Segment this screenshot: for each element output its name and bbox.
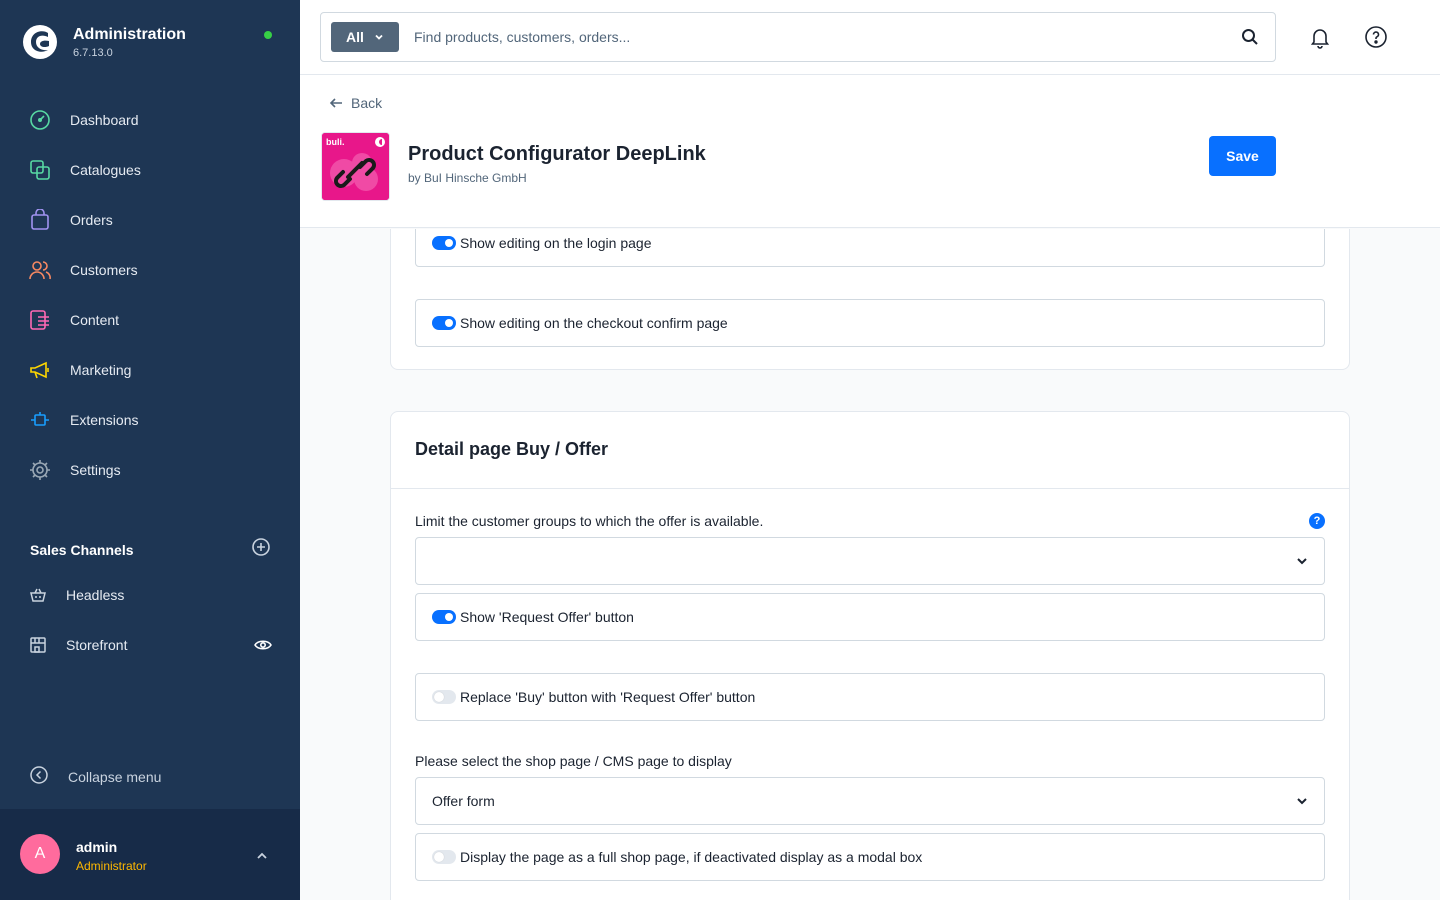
user-role: Administrator	[76, 859, 147, 873]
sales-channel-item-headless[interactable]: Headless	[0, 570, 300, 620]
login-page-editing-field: Show editing on the login page	[415, 229, 1325, 267]
plugin-vendor: by BuI Hinsche GmbH	[408, 171, 527, 185]
smart-bar: Back buli. Product Configurator DeepLink…	[300, 75, 1440, 228]
request-offer-field: Show 'Request Offer' button	[415, 593, 1325, 641]
app-version: 6.7.13.0	[73, 47, 113, 59]
nav-item-marketing[interactable]: Marketing	[0, 345, 300, 395]
basket-icon	[29, 586, 47, 604]
nav-item-customers[interactable]: Customers	[0, 245, 300, 295]
app-title: Administration	[73, 26, 186, 43]
detail-page-offer-card: Detail page Buy / Offer Limit the custom…	[390, 411, 1350, 900]
arrow-left-icon	[329, 98, 342, 108]
sales-channel-label: Headless	[66, 587, 125, 603]
login-page-editing-toggle[interactable]	[432, 236, 456, 250]
card-divider	[391, 488, 1349, 489]
search-type-dropdown[interactable]: All	[331, 22, 399, 52]
customer-groups-select[interactable]	[415, 537, 1325, 585]
card-title: Detail page Buy / Offer	[415, 439, 609, 459]
nav-label: Customers	[70, 262, 138, 278]
collapse-menu-button[interactable]: Collapse menu	[30, 766, 161, 787]
sales-channel-label: Storefront	[66, 637, 128, 653]
help-icon[interactable]	[1364, 25, 1388, 54]
toggle-label: Show editing on the checkout confirm pag…	[460, 315, 728, 331]
marketing-icon	[29, 359, 51, 381]
sales-channels-list: Headless Storefront	[0, 570, 300, 670]
catalogue-icon	[29, 159, 51, 181]
nav-item-dashboard[interactable]: Dashboard	[0, 95, 300, 145]
online-status-indicator	[264, 31, 272, 39]
help-tooltip-icon[interactable]: ?	[1309, 513, 1325, 529]
toggle-label: Show editing on the login page	[460, 235, 652, 251]
cms-page-select[interactable]: Offer form	[415, 777, 1325, 825]
nav-item-extensions[interactable]: Extensions	[0, 395, 300, 445]
checkout-confirm-editing-field: Show editing on the checkout confirm pag…	[415, 299, 1325, 347]
toggle-label: Replace 'Buy' button with 'Request Offer…	[460, 689, 756, 705]
avatar: A	[20, 834, 60, 874]
search-icon[interactable]	[1241, 28, 1259, 51]
dashboard-icon	[29, 109, 51, 131]
plus-circle-icon	[252, 538, 270, 556]
cms-page-label: Please select the shop page / CMS page t…	[415, 753, 732, 769]
global-search: All	[320, 12, 1276, 62]
replace-buy-field: Replace 'Buy' button with 'Request Offer…	[415, 673, 1325, 721]
nav-label: Dashboard	[70, 112, 139, 128]
back-link[interactable]: Back	[329, 95, 382, 111]
sales-channels-title: Sales Channels	[30, 541, 134, 558]
chevron-down-icon	[375, 34, 383, 40]
collapse-menu-label: Collapse menu	[68, 768, 162, 785]
toggle-label: Show 'Request Offer' button	[460, 609, 634, 625]
nav-item-orders[interactable]: Orders	[0, 195, 300, 245]
nav-label: Settings	[70, 462, 121, 478]
shopware-logo-icon	[23, 25, 57, 59]
full-page-display-field: Display the page as a full shop page, if…	[415, 833, 1325, 881]
brand[interactable]: Administration 6.7.13.0	[22, 24, 186, 60]
chevron-down-icon	[1297, 558, 1307, 565]
checkout-confirm-editing-toggle[interactable]	[432, 316, 456, 330]
replace-buy-toggle[interactable]	[432, 690, 456, 704]
save-button[interactable]: Save	[1209, 136, 1276, 176]
top-bar: All	[300, 0, 1440, 75]
chevron-down-icon	[1297, 798, 1307, 805]
search-input[interactable]	[414, 29, 1194, 45]
chevron-up-icon[interactable]	[255, 849, 269, 868]
search-type-label: All	[346, 29, 364, 45]
notifications-bell-icon[interactable]	[1308, 25, 1332, 54]
nav-label: Catalogues	[70, 162, 141, 178]
cms-page-value: Offer form	[432, 793, 495, 809]
nav-label: Orders	[70, 212, 113, 228]
nav-label: Marketing	[70, 362, 132, 378]
orders-icon	[29, 209, 51, 231]
nav-item-settings[interactable]: Settings	[0, 445, 300, 495]
plugin-logo: buli.	[321, 132, 390, 201]
toggle-label: Display the page as a full shop page, if…	[460, 849, 923, 865]
storefront-preview-button[interactable]	[254, 636, 272, 657]
sidebar: Administration 6.7.13.0 Dashboard Catalo…	[0, 0, 300, 900]
full-page-display-toggle[interactable]	[432, 850, 456, 864]
extensions-icon	[29, 409, 51, 431]
settings-content: Show editing on the login page Show edit…	[300, 229, 1440, 900]
sales-channel-item-storefront[interactable]: Storefront	[0, 620, 300, 670]
customer-groups-label: Limit the customer groups to which the o…	[415, 513, 764, 529]
nav-label: Extensions	[70, 412, 139, 428]
plugin-title: Product Configurator DeepLink	[408, 143, 706, 165]
user-name: admin	[76, 839, 118, 855]
back-label: Back	[351, 95, 383, 111]
settings-card: Show editing on the login page Show edit…	[390, 229, 1350, 370]
nav-item-content[interactable]: Content	[0, 295, 300, 345]
user-menu[interactable]: A admin Administrator	[0, 809, 300, 900]
storefront-icon	[29, 636, 47, 654]
content-icon	[29, 309, 51, 331]
chevron-left-circle-icon	[30, 766, 48, 787]
sales-channels-header: Sales Channels	[30, 538, 270, 561]
request-offer-toggle[interactable]	[432, 610, 456, 624]
eye-icon	[254, 640, 272, 650]
nav-label: Content	[70, 312, 120, 328]
settings-icon	[29, 459, 51, 481]
add-sales-channel-button[interactable]	[252, 538, 270, 561]
main-nav: Dashboard Catalogues Orders Customers Co…	[0, 95, 300, 495]
customers-icon	[29, 259, 51, 281]
plugin-logo-text: buli.	[326, 137, 345, 147]
nav-item-catalogues[interactable]: Catalogues	[0, 145, 300, 195]
